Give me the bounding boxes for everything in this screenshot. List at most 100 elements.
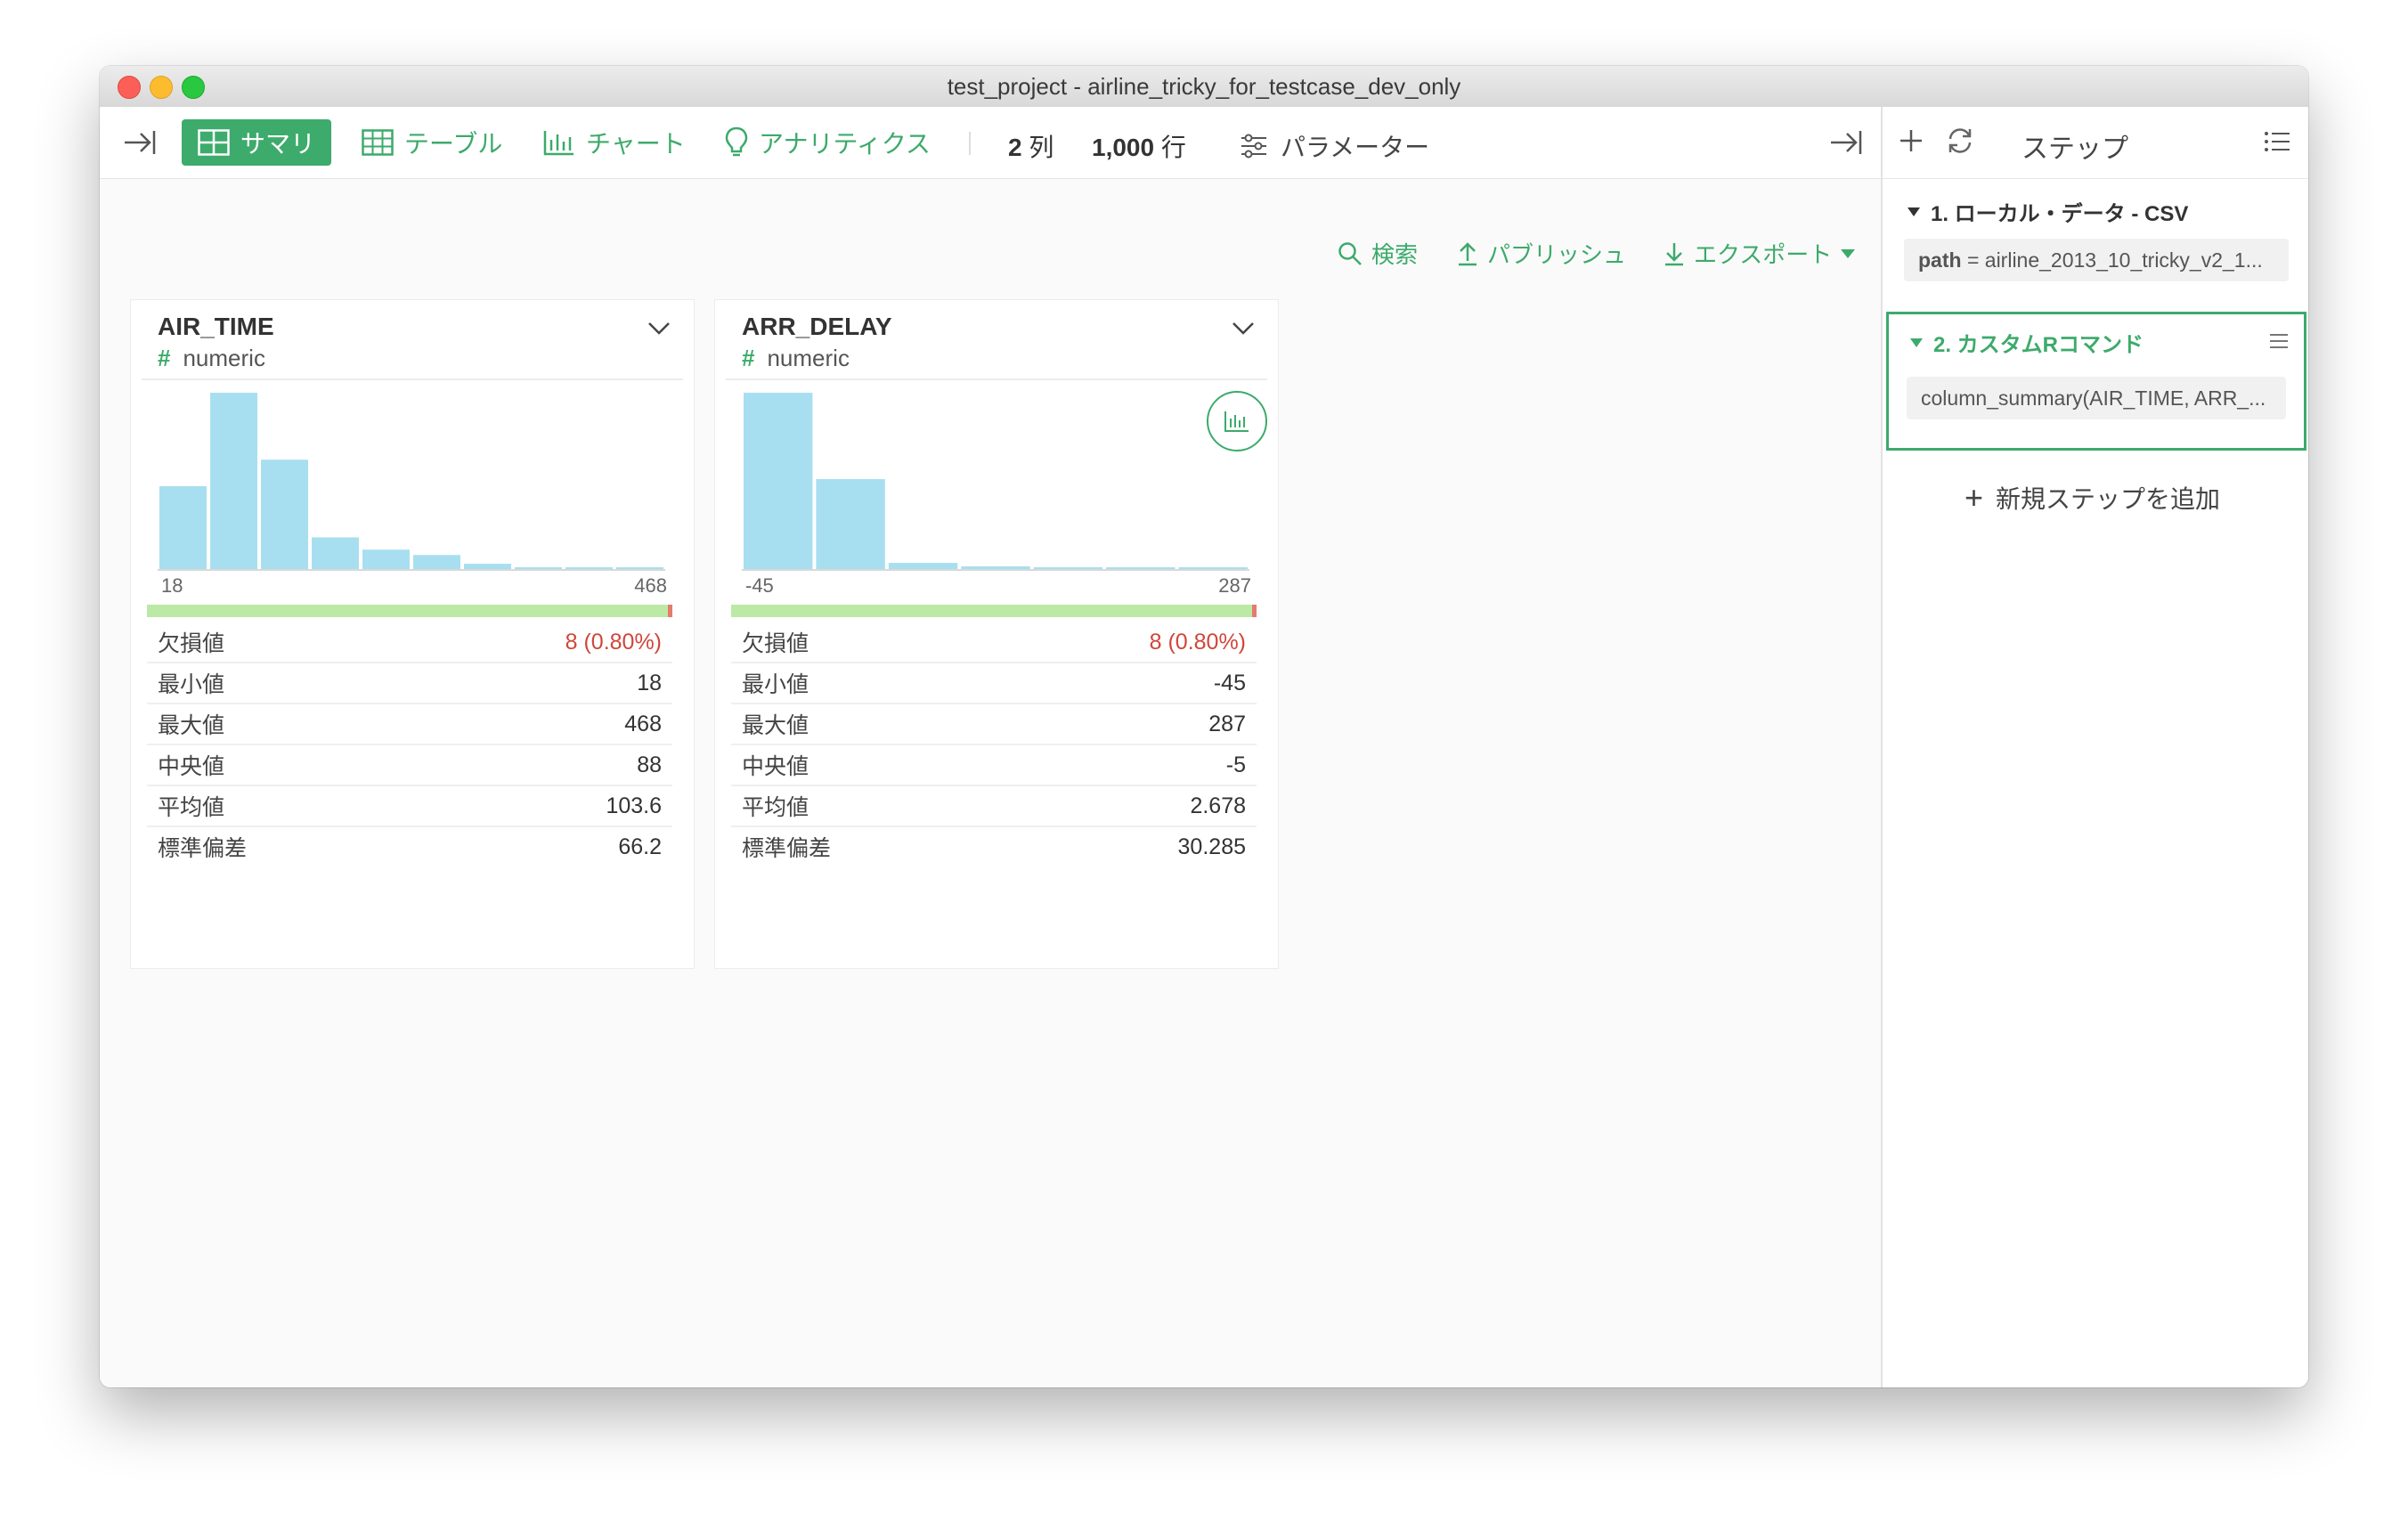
card-divider <box>726 378 1267 380</box>
valid-ratio-bar <box>731 605 1257 617</box>
histogram <box>159 393 663 569</box>
card-divider <box>142 378 683 380</box>
histogram-bar <box>744 393 813 569</box>
tab-table-label: テーブル <box>404 130 503 158</box>
numeric-type-icon: # <box>158 345 171 371</box>
row-count-unit: 行 <box>1160 134 1186 161</box>
step-param-value: airline_2013_10_tricky_v2_1... <box>1984 248 2263 272</box>
stat-row: 標準偏差 66.2 <box>147 827 672 866</box>
refresh-icon[interactable] <box>1945 126 1975 159</box>
histogram-bar <box>816 479 885 569</box>
export-button[interactable]: エクスポート <box>1664 237 1856 270</box>
stat-label: 標準偏差 <box>158 836 248 861</box>
search-button[interactable]: 検索 <box>1338 237 1418 270</box>
stat-row: 中央値 88 <box>147 745 672 786</box>
histogram-max-label: 468 <box>634 574 667 597</box>
steps-panel: ステップ 1. ローカル・データ - CSV path = airline_20… <box>1881 107 2308 1387</box>
plus-icon[interactable] <box>1897 126 1925 159</box>
stat-value: 8 (0.80%) <box>565 629 662 655</box>
histogram-bar <box>261 460 308 569</box>
histogram-bar <box>210 393 257 569</box>
tab-summary[interactable]: サマリ <box>182 119 332 166</box>
list-menu-icon[interactable] <box>2264 130 2290 158</box>
stat-value: 18 <box>637 670 662 695</box>
row-count: 1,000 行 <box>1092 128 1186 164</box>
step-item[interactable]: 1. ローカル・データ - CSV path = airline_2013_10… <box>1886 182 2306 292</box>
step-param-equals: = <box>1961 248 1985 272</box>
column-type: # numeric <box>158 345 265 372</box>
step-title: 1. ローカル・データ - CSV <box>1908 196 2188 227</box>
stat-label: 欠損値 <box>742 631 809 656</box>
step-command[interactable]: column_summary(AIR_TIME, ARR_... <box>1907 377 2286 419</box>
column-type-label: numeric <box>183 345 265 371</box>
column-count-unit: 列 <box>1029 134 1054 161</box>
stat-row: 最大値 287 <box>731 704 1257 745</box>
step-param-key: path <box>1918 248 1962 272</box>
column-card: AIR_TIME # numeric 18 468 欠損値 8 (0.80%) 最小値… <box>130 299 695 969</box>
step-item-selected[interactable]: 2. カスタムRコマンド column_summary(AIR_TIME, AR… <box>1886 312 2306 451</box>
column-name: ARR_DELAY <box>742 313 892 340</box>
column-type-label: numeric <box>767 345 850 371</box>
stat-label: 最大値 <box>742 713 809 738</box>
search-icon <box>1338 241 1363 266</box>
step-title-label: 2. カスタムRコマンド <box>1933 333 2144 357</box>
chevron-down-icon[interactable] <box>647 321 671 340</box>
chevron-down-icon[interactable] <box>1232 321 1255 340</box>
stat-label: 最小値 <box>742 672 809 697</box>
numeric-type-icon: # <box>742 345 755 371</box>
sliders-icon <box>1240 134 1268 159</box>
search-label: 検索 <box>1371 241 1419 268</box>
missing-ratio-segment <box>668 605 672 617</box>
tab-analytics[interactable]: アナリティクス <box>712 119 943 166</box>
tab-chart[interactable]: チャート <box>531 119 698 166</box>
step-title: 2. カスタムRコマンド <box>1910 327 2144 358</box>
stat-row: 中央値 -5 <box>731 745 1257 786</box>
table-icon <box>362 129 394 156</box>
collapse-triangle-icon[interactable] <box>1908 207 1920 216</box>
tab-chart-label: チャート <box>586 130 686 158</box>
bar-chart-icon <box>543 129 575 156</box>
histogram-baseline <box>742 569 1249 571</box>
tab-analytics-label: アナリティクス <box>759 130 931 158</box>
column-card: ARR_DELAY # numeric -45 287 欠損値 8 (0.80%) 最… <box>714 299 1279 969</box>
publish-button[interactable]: パブリッシュ <box>1457 237 1626 270</box>
stat-label: 中央値 <box>158 754 225 779</box>
column-type: # numeric <box>742 345 850 372</box>
stat-label: 中央値 <box>742 754 809 779</box>
stat-label: 標準偏差 <box>742 836 832 861</box>
stat-label: 最大値 <box>158 713 225 738</box>
steps-panel-header: ステップ <box>1883 107 2308 179</box>
stat-value: 2.678 <box>1190 793 1246 818</box>
stat-value: 66.2 <box>618 834 662 859</box>
caret-down-icon <box>1841 248 1856 258</box>
stat-row: 欠損値 8 (0.80%) <box>731 622 1257 663</box>
collapse-right-panel-icon[interactable] <box>1829 126 1863 159</box>
tab-table[interactable]: テーブル <box>349 119 515 166</box>
missing-ratio-segment <box>1252 605 1257 617</box>
export-label: エクスポート <box>1694 241 1833 268</box>
hamburger-menu-icon[interactable] <box>2268 332 2290 354</box>
add-step-button[interactable]: + 新規ステップを追加 <box>1965 479 2220 516</box>
stat-row: 最小値 18 <box>147 663 672 704</box>
parameters-button[interactable]: パラメーター <box>1240 128 1429 164</box>
stat-row: 標準偏差 30.285 <box>731 827 1257 866</box>
stat-value: -45 <box>1213 670 1246 695</box>
open-chart-button[interactable] <box>1207 391 1267 451</box>
publish-label: パブリッシュ <box>1487 241 1627 268</box>
histogram-min-label: -45 <box>745 574 774 597</box>
stat-value: 287 <box>1208 711 1246 736</box>
histogram-bar <box>159 485 207 569</box>
stat-value: 8 (0.80%) <box>1149 629 1246 655</box>
plus-icon: + <box>1965 479 1984 516</box>
histogram <box>744 393 1248 569</box>
parameters-label: パラメーター <box>1281 134 1430 161</box>
step-parameter[interactable]: path = airline_2013_10_tricky_v2_1... <box>1904 239 2289 281</box>
histogram-min-label: 18 <box>161 574 183 597</box>
lightbulb-icon <box>725 126 748 159</box>
download-icon <box>1664 241 1685 266</box>
collapse-left-panel-icon[interactable] <box>123 126 157 159</box>
collapse-triangle-icon[interactable] <box>1910 338 1923 347</box>
column-name: AIR_TIME <box>158 313 274 340</box>
step-title-label: 1. ローカル・データ - CSV <box>1931 202 2189 226</box>
stat-label: 欠損値 <box>158 631 225 656</box>
